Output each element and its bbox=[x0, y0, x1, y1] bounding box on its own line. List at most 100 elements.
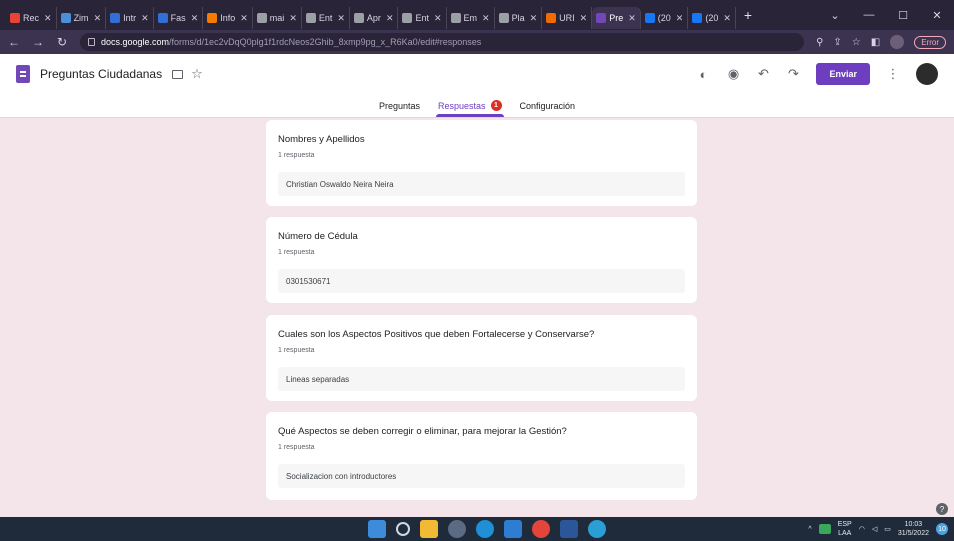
answer-value: 0301530671 bbox=[278, 269, 685, 293]
browser-tab-label: Apr bbox=[366, 13, 381, 23]
error-button[interactable]: Error bbox=[914, 35, 946, 49]
back-icon[interactable]: ← bbox=[8, 35, 20, 49]
language-indicator[interactable]: ESP LAA bbox=[838, 520, 852, 538]
tab-responses[interactable]: Respuestas 1 bbox=[435, 94, 504, 117]
tab-close-icon[interactable]: ✕ bbox=[386, 13, 394, 24]
battery-icon[interactable]: ▭ bbox=[884, 525, 891, 533]
browser-tab[interactable]: Zim ✕ bbox=[57, 7, 107, 29]
tab-close-icon[interactable]: ✕ bbox=[289, 13, 297, 24]
forward-icon[interactable]: → bbox=[32, 35, 44, 49]
browser-tab-label: mai bbox=[269, 13, 285, 23]
browser-tab[interactable]: Pla ✕ bbox=[495, 7, 543, 29]
browser-tab[interactable]: Em ✕ bbox=[447, 7, 495, 29]
windows-start-icon[interactable] bbox=[368, 520, 386, 538]
more-vert-icon[interactable]: ⋮ bbox=[886, 66, 900, 82]
tab-close-icon[interactable]: ✕ bbox=[337, 13, 345, 24]
chrome-icon[interactable] bbox=[532, 520, 550, 538]
browser-tab[interactable]: Pre ✕ bbox=[592, 7, 641, 29]
browser-tab[interactable]: URI ✕ bbox=[542, 7, 593, 29]
lock-icon bbox=[88, 38, 95, 46]
answer-value: Lineas separadas bbox=[278, 367, 685, 391]
browser-tab-label: Rec bbox=[23, 13, 40, 23]
zoom-icon[interactable]: ⚲ bbox=[816, 37, 823, 48]
tab-close-icon[interactable]: ✕ bbox=[191, 13, 199, 24]
chevron-down-icon[interactable]: ⌄ bbox=[818, 9, 852, 22]
edge-icon[interactable] bbox=[476, 520, 494, 538]
reload-icon[interactable]: ↻ bbox=[56, 35, 68, 49]
app-icon[interactable] bbox=[588, 520, 606, 538]
store-icon[interactable] bbox=[504, 520, 522, 538]
notification-badge[interactable]: 10 bbox=[936, 523, 948, 535]
help-icon[interactable]: ? bbox=[936, 503, 948, 515]
tab-close-icon[interactable]: ✕ bbox=[676, 13, 684, 24]
undo-icon[interactable]: ↶ bbox=[756, 66, 770, 82]
share-icon[interactable]: ⇪ bbox=[833, 37, 841, 48]
tab-close-icon[interactable]: ✕ bbox=[44, 13, 52, 24]
tab-favicon-icon bbox=[110, 13, 121, 23]
browser-tab[interactable]: Rec ✕ bbox=[6, 7, 57, 29]
tab-close-icon[interactable]: ✕ bbox=[482, 13, 490, 24]
tab-close-icon[interactable]: ✕ bbox=[94, 13, 102, 24]
folder-icon[interactable] bbox=[172, 69, 184, 79]
word-icon[interactable] bbox=[560, 520, 578, 538]
maximize-icon[interactable]: ☐ bbox=[886, 9, 920, 22]
clock[interactable]: 10:03 31/5/2022 bbox=[898, 520, 929, 538]
browser-tab[interactable]: Info ✕ bbox=[203, 7, 253, 29]
tab-settings[interactable]: Configuración bbox=[518, 94, 578, 117]
keyboard-layout: LAA bbox=[838, 530, 852, 537]
tab-favicon-icon bbox=[353, 13, 364, 23]
url-input[interactable]: docs.google.com /forms/d/1ec2vDqQ0plg1f1… bbox=[80, 33, 805, 51]
response-count: 1 respuesta bbox=[278, 347, 315, 354]
send-button[interactable]: Enviar bbox=[816, 63, 870, 85]
tab-close-icon[interactable]: ✕ bbox=[530, 13, 538, 24]
form-tabs: Preguntas Respuestas 1 Configuración bbox=[0, 94, 954, 118]
form-title[interactable]: Preguntas Ciudadanas bbox=[40, 67, 162, 81]
tab-close-icon[interactable]: ✕ bbox=[723, 13, 731, 24]
tab-favicon-icon bbox=[644, 13, 655, 23]
browser-tab-label: Zim bbox=[73, 13, 89, 23]
profile-icon[interactable] bbox=[890, 35, 905, 49]
preview-eye-icon[interactable]: ◉ bbox=[726, 66, 740, 82]
palette-icon[interactable]: ◐ bbox=[696, 67, 710, 82]
wifi-icon[interactable]: ◠ bbox=[859, 525, 865, 533]
bookmark-star-icon[interactable]: ☆ bbox=[852, 37, 861, 48]
tab-close-icon[interactable]: ✕ bbox=[240, 13, 248, 24]
redo-icon[interactable]: ↷ bbox=[786, 66, 800, 82]
file-explorer-icon[interactable] bbox=[420, 520, 438, 538]
sidebar-icon[interactable]: ◧ bbox=[871, 37, 880, 48]
browser-tab[interactable]: Ent ✕ bbox=[398, 7, 447, 29]
answer-value: Socializacion con introductores bbox=[278, 464, 685, 488]
chat-icon[interactable] bbox=[448, 520, 466, 538]
star-icon[interactable]: ☆ bbox=[191, 66, 203, 82]
browser-tab[interactable]: mai ✕ bbox=[253, 7, 302, 29]
browser-tab-label: URI bbox=[559, 13, 575, 23]
tab-close-icon[interactable]: ✕ bbox=[580, 13, 588, 24]
search-icon[interactable] bbox=[396, 522, 410, 536]
new-tab-button[interactable]: + bbox=[744, 7, 752, 23]
tab-close-icon[interactable]: ✕ bbox=[628, 13, 636, 24]
browser-tab[interactable]: (20 ✕ bbox=[641, 7, 689, 29]
minimize-icon[interactable]: — bbox=[852, 9, 886, 21]
browser-tab[interactable]: Intr ✕ bbox=[106, 7, 154, 29]
forms-logo-icon[interactable] bbox=[16, 65, 30, 83]
avatar[interactable] bbox=[916, 63, 938, 85]
browser-tab[interactable]: Fas ✕ bbox=[154, 7, 204, 29]
browser-tab[interactable]: (20 ✕ bbox=[688, 7, 736, 29]
volume-icon[interactable]: ◁ bbox=[872, 525, 877, 533]
tab-favicon-icon bbox=[305, 13, 316, 23]
browser-tab[interactable]: Ent ✕ bbox=[302, 7, 350, 29]
close-icon[interactable]: ✕ bbox=[920, 9, 954, 22]
browser-tab-label: Intr bbox=[123, 13, 137, 23]
network-app-icon[interactable] bbox=[818, 524, 831, 534]
tab-questions[interactable]: Preguntas bbox=[377, 94, 422, 117]
tab-close-icon[interactable]: ✕ bbox=[434, 13, 442, 24]
browser-tab-label: Ent bbox=[318, 13, 333, 23]
tab-favicon-icon bbox=[207, 13, 218, 23]
question-card: Qué Aspectos se deben corregir o elimina… bbox=[266, 412, 697, 500]
browser-tab[interactable]: Apr ✕ bbox=[350, 7, 399, 29]
chevron-up-icon[interactable]: ^ bbox=[808, 526, 811, 533]
tab-close-icon[interactable]: ✕ bbox=[141, 13, 149, 24]
browser-tab-label: Pla bbox=[511, 13, 525, 23]
tab-favicon-icon bbox=[546, 13, 557, 23]
responses-count-badge: 1 bbox=[490, 100, 502, 111]
